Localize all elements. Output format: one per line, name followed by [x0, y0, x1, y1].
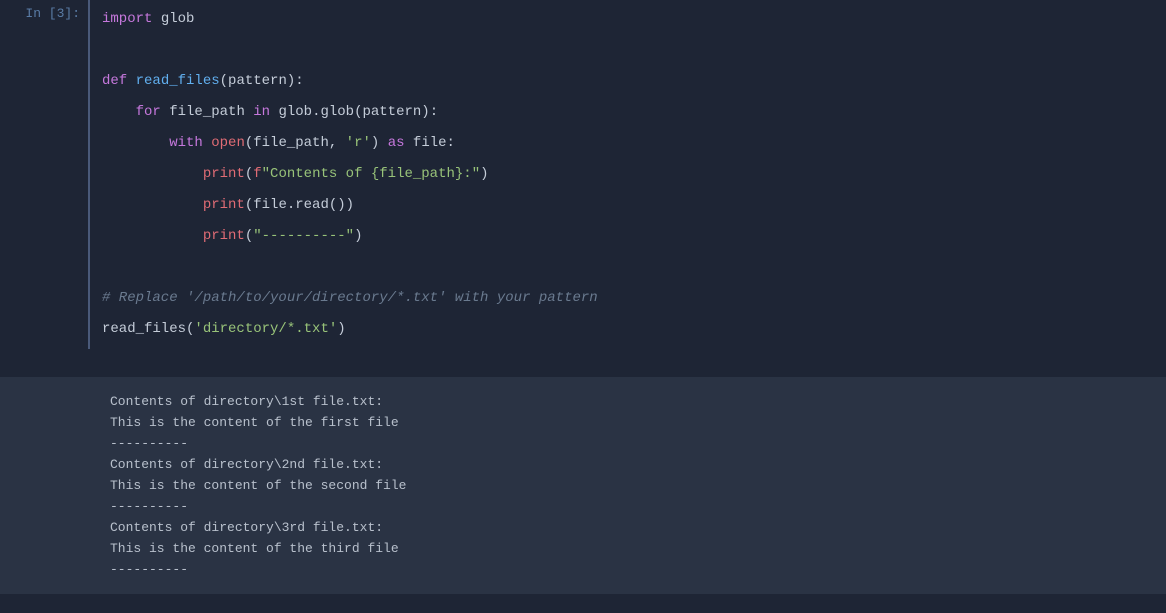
cell-prompt: In [3]: [0, 0, 88, 349]
output-area: Contents of directory\1st file.txt: This… [0, 377, 1166, 594]
code-editor[interactable]: import glob def read_files(pattern): for… [88, 0, 1166, 349]
code-line: read_files('directory/*.txt') [102, 314, 1166, 345]
code-line: print("----------") [102, 221, 1166, 252]
output-line: ---------- [110, 433, 1166, 454]
input-area: In [3]: import glob def read_files(patte… [0, 0, 1166, 349]
notebook-cell: In [3]: import glob def read_files(patte… [0, 0, 1166, 594]
output-line: Contents of directory\3rd file.txt: [110, 517, 1166, 538]
output-line: Contents of directory\1st file.txt: [110, 391, 1166, 412]
code-line: print(f"Contents of {file_path}:") [102, 159, 1166, 190]
output-line: This is the content of the first file [110, 412, 1166, 433]
output-line: This is the content of the second file [110, 475, 1166, 496]
code-line: for file_path in glob.glob(pattern): [102, 97, 1166, 128]
output-line: ---------- [110, 496, 1166, 517]
output-line: ---------- [110, 559, 1166, 580]
code-line: import glob [102, 4, 1166, 35]
output-line: Contents of directory\2nd file.txt: [110, 454, 1166, 475]
code-line [102, 35, 1166, 66]
code-line [102, 252, 1166, 283]
code-line: def read_files(pattern): [102, 66, 1166, 97]
code-line: print(file.read()) [102, 190, 1166, 221]
code-line: with open(file_path, 'r') as file: [102, 128, 1166, 159]
output-line: This is the content of the third file [110, 538, 1166, 559]
code-line: # Replace '/path/to/your/directory/*.txt… [102, 283, 1166, 314]
